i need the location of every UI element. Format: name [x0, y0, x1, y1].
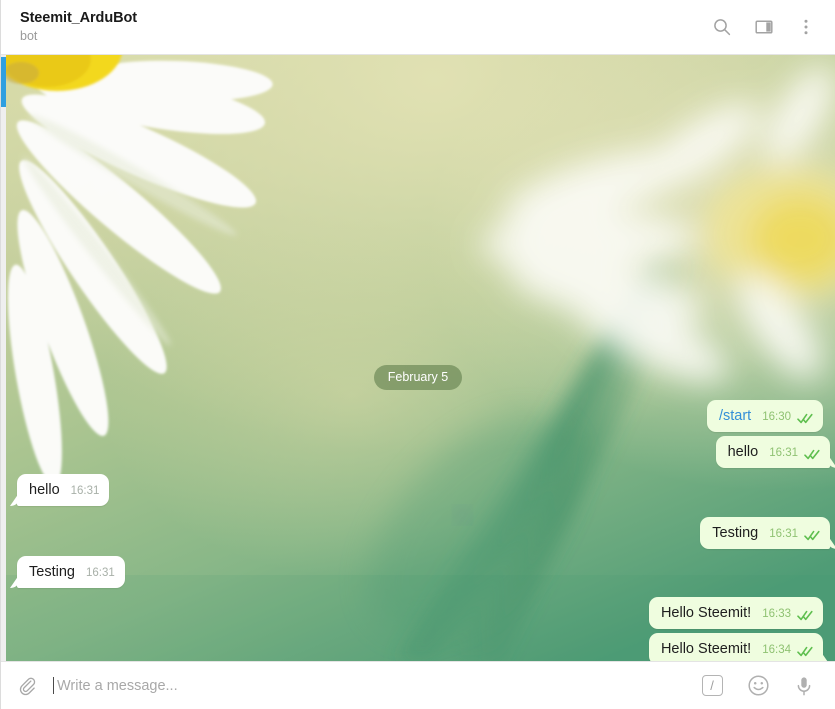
- message-row-outgoing: Testing 16:31: [700, 517, 830, 549]
- chat-status-subtitle: bot: [20, 29, 38, 43]
- message-time: 16:31: [85, 567, 115, 579]
- text-cursor: [53, 677, 54, 694]
- read-receipt-double-check-icon: [804, 530, 820, 541]
- message-composer: Write a message... /: [1, 661, 835, 709]
- read-receipt-double-check-icon: [797, 646, 813, 657]
- date-separator-row: February 5: [1, 365, 835, 390]
- panel-toggle-icon[interactable]: [753, 16, 775, 38]
- message-list: February 5 /start 16:30 hello 16:31 hell…: [1, 55, 835, 661]
- search-icon[interactable]: [711, 16, 733, 38]
- message-row-outgoing: Hello Steemit! 16:33: [648, 597, 823, 629]
- message-bubble[interactable]: Testing 16:31: [17, 556, 125, 588]
- message-row-outgoing: /start 16:30: [706, 400, 823, 432]
- chat-message-area: February 5 /start 16:30 hello 16:31 hell…: [1, 55, 835, 661]
- message-text: Hello Steemit!: [660, 605, 752, 621]
- message-time: 16:34: [762, 644, 791, 656]
- message-row-incoming: hello 16:31: [17, 474, 110, 506]
- header-actions: [711, 16, 817, 38]
- message-bubble[interactable]: Testing 16:31: [700, 517, 830, 549]
- message-text: hello: [727, 444, 759, 460]
- message-input-field[interactable]: Write a message...: [53, 671, 700, 701]
- read-receipt-double-check-icon: [797, 413, 813, 424]
- microphone-icon[interactable]: [792, 674, 816, 698]
- message-time: 16:31: [769, 528, 798, 540]
- slash-command-label: /: [701, 675, 723, 696]
- message-input-placeholder: Write a message...: [57, 677, 178, 694]
- message-text: hello: [29, 482, 60, 498]
- read-receipt-double-check-icon: [804, 449, 820, 460]
- message-bubble[interactable]: hello 16:31: [17, 474, 110, 506]
- more-menu-icon[interactable]: [795, 16, 817, 38]
- composer-actions: /: [700, 674, 816, 698]
- emoji-smiley-icon[interactable]: [746, 674, 770, 698]
- message-bubble[interactable]: Hello Steemit! 16:33: [648, 597, 823, 629]
- message-text: Hello Steemit!: [660, 641, 752, 657]
- message-text[interactable]: /start: [719, 407, 751, 425]
- chat-scrollbar-track[interactable]: [1, 55, 6, 661]
- message-time: 16:31: [70, 485, 100, 497]
- slash-command-icon[interactable]: /: [700, 674, 724, 698]
- chat-header-info[interactable]: Steemit_ArduBot bot: [20, 10, 711, 44]
- date-separator-badge: February 5: [373, 365, 463, 390]
- message-time: 16:31: [769, 447, 798, 459]
- chat-header: Steemit_ArduBot bot: [1, 0, 835, 55]
- message-time: 16:30: [762, 411, 791, 423]
- read-receipt-double-check-icon: [797, 610, 813, 621]
- message-text: Testing: [712, 525, 759, 541]
- attach-paperclip-icon[interactable]: [15, 673, 41, 699]
- telegram-chat-window: Steemit_ArduBot bot February 5 /start 16…: [0, 0, 835, 709]
- message-bubble[interactable]: Hello Steemit! 16:34: [648, 633, 823, 661]
- page-title: Steemit_ArduBot: [20, 10, 137, 26]
- message-text: Testing: [29, 564, 75, 580]
- chat-scrollbar-thumb[interactable]: [1, 57, 6, 107]
- message-bubble[interactable]: /start 16:30: [706, 400, 823, 432]
- message-row-incoming: Testing 16:31: [17, 556, 125, 588]
- message-row-outgoing: hello 16:31: [715, 436, 830, 468]
- message-row-outgoing: Hello Steemit! 16:34: [648, 633, 823, 661]
- message-bubble[interactable]: hello 16:31: [715, 436, 830, 468]
- message-time: 16:33: [762, 608, 791, 620]
